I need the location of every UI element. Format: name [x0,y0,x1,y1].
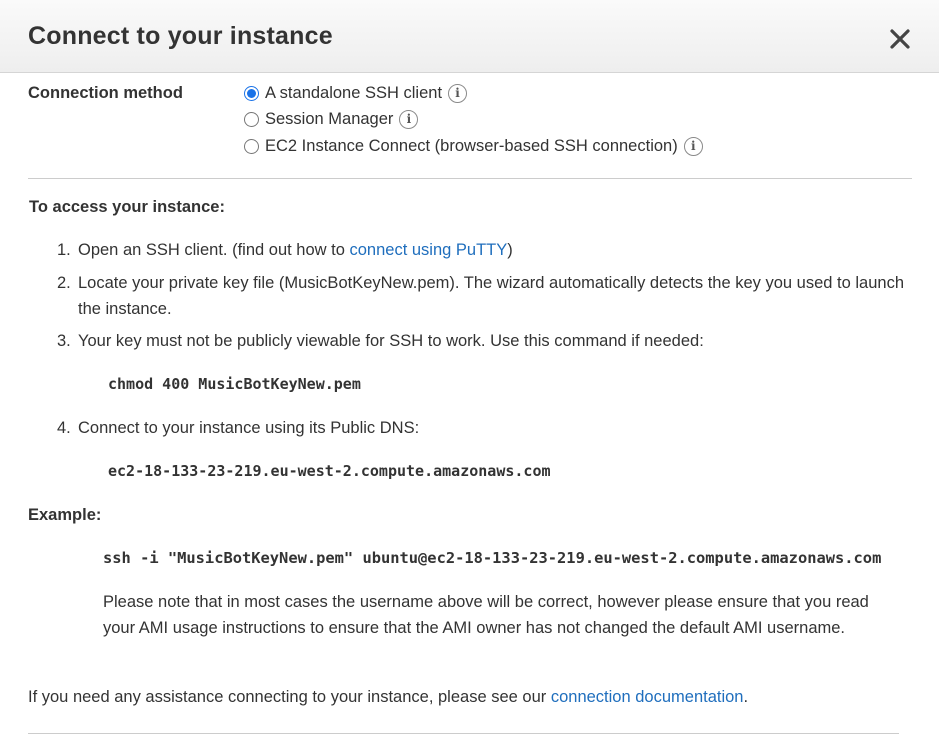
option-instance-connect[interactable]: EC2 Instance Connect (browser-based SSH … [244,135,703,157]
access-heading: To access your instance: [29,198,225,216]
info-icon[interactable]: i [683,136,703,156]
option-ssh-client[interactable]: A standalone SSH client i [244,82,468,104]
step-text: Open an SSH client. (find out how to con… [78,241,513,259]
option-label: EC2 Instance Connect (browser-based SSH … [265,136,678,155]
public-dns[interactable]: ec2-18-133-23-219.eu-west-2.compute.amaz… [108,462,551,480]
close-icon[interactable] [887,26,913,52]
step-number: 4. [57,419,71,437]
divider [28,178,912,179]
chmod-command[interactable]: chmod 400 MusicBotKeyNew.pem [108,375,361,393]
radio-ssh-client[interactable] [244,85,259,101]
connection-documentation-link[interactable]: connection documentation [551,688,744,706]
putty-link[interactable]: connect using PuTTY [350,241,508,259]
radio-session-manager[interactable] [244,111,259,127]
ssh-command[interactable]: ssh -i "MusicBotKeyNew.pem" ubuntu@ec2-1… [103,549,881,567]
step-text: Connect to your instance using its Publi… [78,419,420,437]
info-icon[interactable]: i [448,83,468,103]
username-note: Please note that in most cases the usern… [103,593,869,637]
assistance-text: If you need any assistance connecting to… [28,688,749,706]
step-number: 2. [57,274,71,292]
option-label: Session Manager [265,109,394,128]
step-text: Locate your private key file (MusicBotKe… [78,274,905,318]
example-heading: Example: [28,506,102,524]
radio-instance-connect[interactable] [244,138,259,154]
option-session-manager[interactable]: Session Manager i [244,108,419,130]
step-number: 3. [57,332,71,350]
info-icon[interactable]: i [399,109,419,129]
step-text: Your key must not be publicly viewable f… [78,332,704,350]
dialog-title: Connect to your instance [28,22,333,50]
dialog-header: Connect to your instance [0,0,939,73]
bottom-divider [28,733,899,734]
option-label: A standalone SSH client [265,83,443,102]
step-number: 1. [57,241,71,259]
connection-method-label: Connection method [28,84,183,102]
